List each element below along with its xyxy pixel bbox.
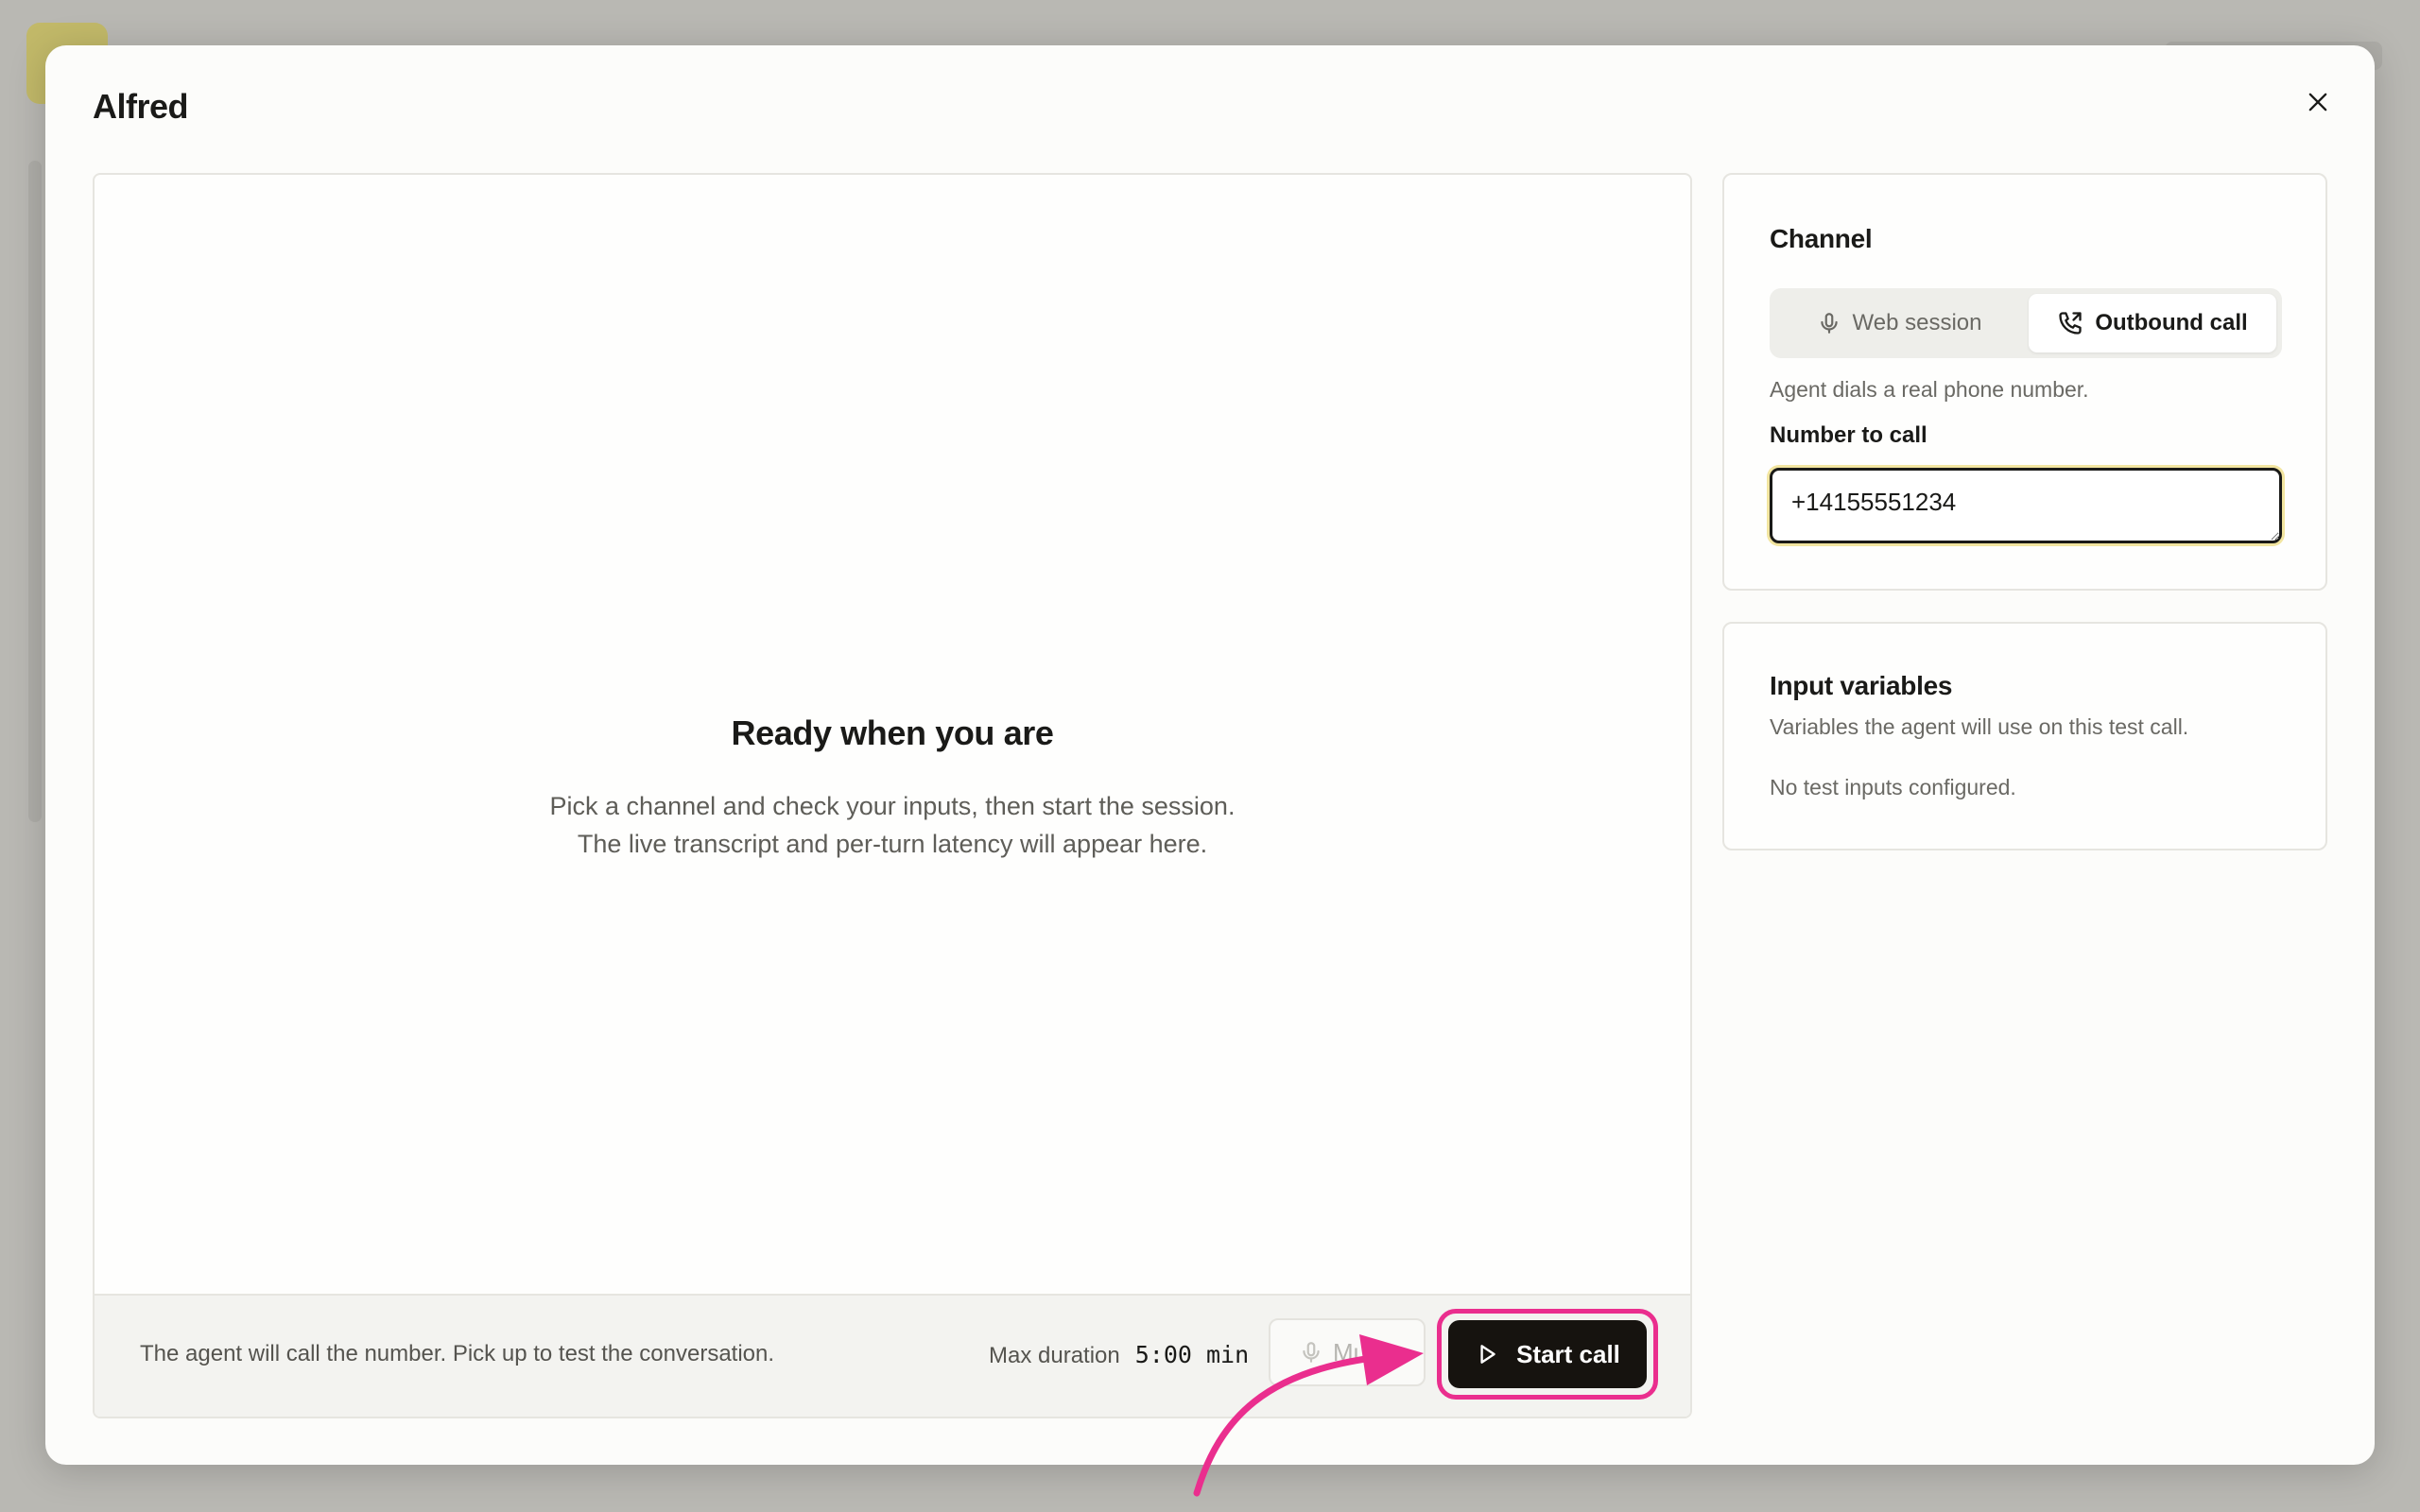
max-duration: Max duration 5:00 min [989,1341,1249,1369]
close-icon [2308,93,2327,112]
input-variables-title: Input variables [1770,671,1953,700]
close-button[interactable] [2295,79,2341,125]
channel-hint: Agent dials a real phone number. [1770,377,2089,402]
empty-state-line-1: Pick a channel and check your inputs, th… [549,792,1236,820]
number-to-call-input[interactable]: +14155551234 [1770,468,2282,543]
channel-title: Channel [1770,224,1873,253]
empty-state: Ready when you are Pick a channel and ch… [95,713,1690,863]
session-panel: Ready when you are Pick a channel and ch… [93,173,1692,1418]
phone-outgoing-icon [2059,312,2082,335]
background-sidebar-hint [28,161,42,822]
empty-state-line-2: The live transcript and per-turn latency… [577,830,1208,858]
microphone-icon [1303,1342,1320,1363]
channel-selector: Web session Outbound call [1770,288,2282,358]
mute-button[interactable]: Mute [1269,1318,1426,1386]
channel-option-label: Outbound call [2095,310,2248,335]
start-call-label: Start call [1516,1339,1620,1368]
channel-option-outbound-call[interactable]: Outbound call [2029,294,2276,352]
microphone-icon [1820,313,1838,334]
channel-card: Channel Web session Outbound call Agent … [1722,173,2327,591]
channel-option-label: Web session [1852,310,1982,335]
input-variables-subtitle: Variables the agent will use on this tes… [1770,714,2189,739]
input-variables-empty: No test inputs configured. [1770,775,2016,799]
mute-label: Mute [1333,1337,1388,1366]
start-call-button[interactable]: Start call [1448,1320,1647,1388]
channel-option-web-session[interactable]: Web session [1775,294,2023,352]
agent-test-modal: Alfred Ready when you are Pick a channel… [45,45,2375,1465]
session-footer: The agent will call the number. Pick up … [95,1294,1690,1417]
play-icon [1480,1345,1495,1364]
input-variables-card: Input variables Variables the agent will… [1722,622,2327,850]
modal-title: Alfred [93,87,189,126]
max-duration-label: Max duration [989,1343,1120,1368]
footer-note: The agent will call the number. Pick up … [140,1341,775,1366]
empty-state-title: Ready when you are [731,713,1054,752]
max-duration-value: 5:00 min [1134,1341,1250,1368]
number-to-call-label: Number to call [1770,422,1927,448]
